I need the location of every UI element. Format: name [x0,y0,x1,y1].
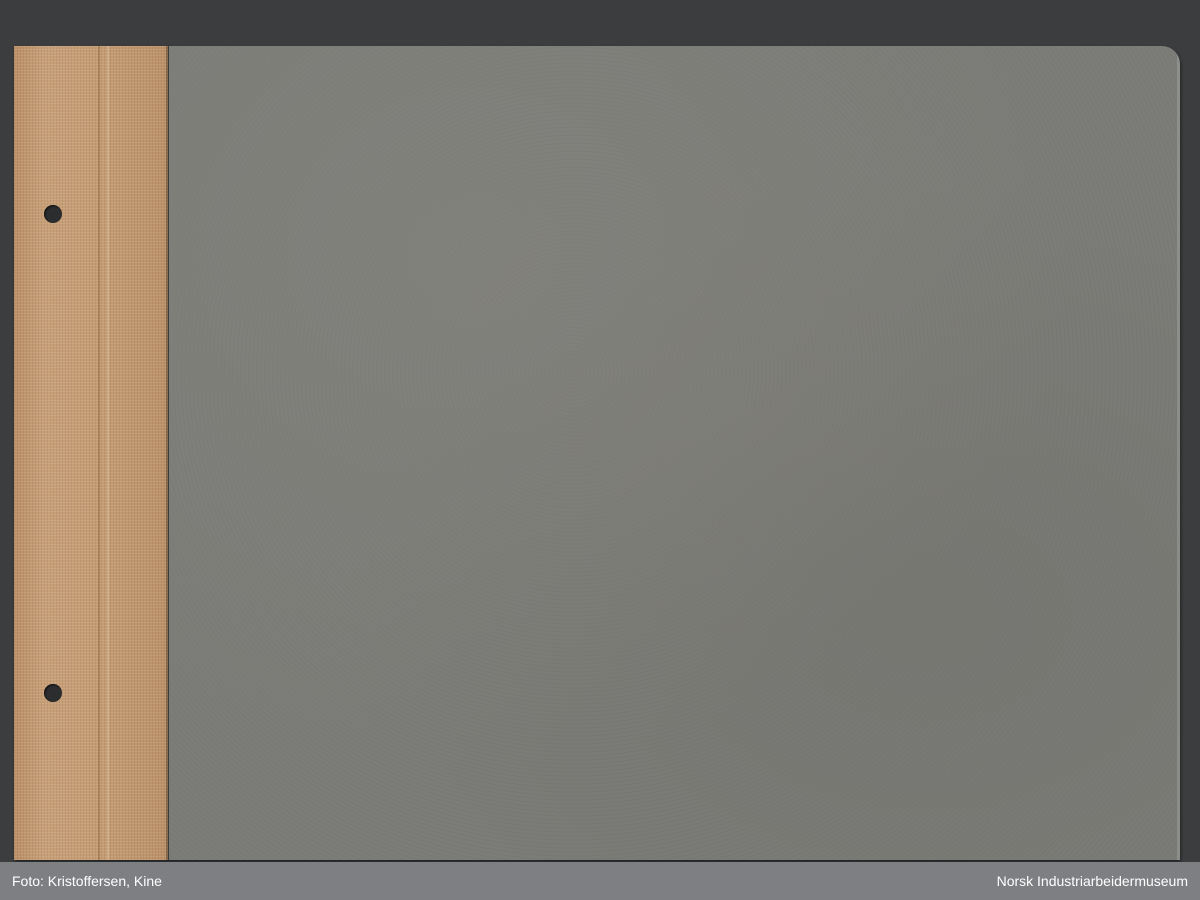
album-spine [14,46,169,860]
binder-hole-bottom [44,684,62,702]
institution-credit: Norsk Industriarbeidermuseum [996,873,1188,889]
binder-hole-top [44,205,62,223]
photo-scene [0,0,1200,862]
credit-bar: Foto: Kristoffersen, Kine Norsk Industri… [0,862,1200,900]
cover-edge [1177,46,1180,860]
spine-fold-line [98,46,100,860]
album-cover-board [169,46,1180,860]
photographer-credit: Foto: Kristoffersen, Kine [12,873,162,889]
spine-fold-highlight [107,46,109,860]
photo-album [14,46,1180,860]
